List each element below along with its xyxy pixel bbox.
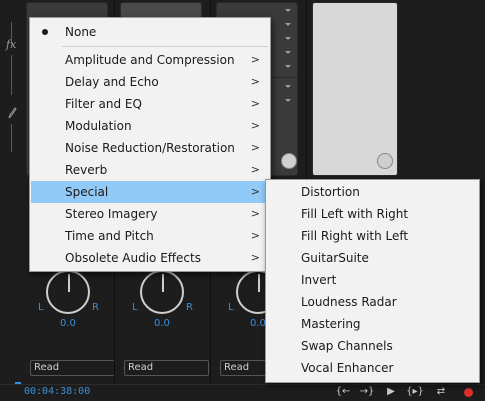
submenu-chevron-icon: > [250,207,260,220]
submenu-item-vocal-enhancer[interactable]: Vocal Enhancer [267,357,478,379]
menu-item-label: Distortion [301,185,360,199]
menu-item-label: Vocal Enhancer [301,361,394,375]
submenu-item-invert[interactable]: Invert [267,269,478,291]
menu-item-label: Modulation [65,119,132,133]
submenu-item-loudness-radar[interactable]: Loudness Radar [267,291,478,313]
menu-item-amplitude-and-compression[interactable]: Amplitude and Compression > [31,49,269,71]
slot-dropdown-icon[interactable] [285,9,291,12]
menu-item-label: Fill Left with Right [301,207,409,221]
menu-item-stereo-imagery[interactable]: Stereo Imagery > [31,203,269,225]
submenu-chevron-icon: > [250,75,260,88]
menu-item-noise-reduction-restoration[interactable]: Noise Reduction/Restoration > [31,137,269,159]
menu-item-label: Filter and EQ [65,97,142,111]
pan-value[interactable]: 0.0 [60,318,76,329]
submenu-item-fill-right-with-left[interactable]: Fill Right with Left [267,225,478,247]
effect-slot[interactable] [121,3,201,18]
submenu-chevron-icon: > [250,251,260,264]
submenu-chevron-icon: > [250,97,260,110]
pan-left-label: L [132,302,138,313]
menu-item-label: Loudness Radar [301,295,397,309]
submenu-chevron-icon: > [250,141,260,154]
selected-bullet-icon [42,29,48,35]
submenu-item-distortion[interactable]: Distortion [267,181,478,203]
sends-bracket [11,124,12,152]
submenu-item-mastering[interactable]: Mastering [267,313,478,335]
menu-item-obsolete-audio-effects[interactable]: Obsolete Audio Effects > [31,247,269,269]
menu-item-label: Amplitude and Compression [65,53,235,67]
menu-item-label: Noise Reduction/Restoration [65,141,235,155]
slot-dropdown-icon[interactable] [285,65,291,68]
mixer-left-strip: fx [0,0,22,400]
menu-item-label: Time and Pitch [65,229,154,243]
pan-knob[interactable] [140,270,184,314]
submenu-item-fill-left-with-right[interactable]: Fill Left with Right [267,203,478,225]
menu-item-label: Special [65,185,109,199]
menu-item-none[interactable]: None [31,21,269,43]
transport-bar: 00:04:38:00 {← →} ▶ {▸} ⇄ [0,384,485,401]
menu-item-label: Fill Right with Left [301,229,409,243]
fx-label: fx [6,38,17,51]
special-submenu: Distortion Fill Left with Right Fill Rig… [265,179,480,383]
timecode-display[interactable]: 00:04:38:00 [24,386,90,397]
submenu-chevron-icon: > [250,53,260,66]
pan-left-label: L [228,302,234,313]
automation-mode-select[interactable]: Read [124,360,209,376]
pan-value[interactable]: 0.0 [250,318,266,329]
pan-left-label: L [38,302,44,313]
go-to-out-point-icon[interactable]: →} [358,385,376,399]
menu-item-label: GuitarSuite [301,251,369,265]
automation-mode-select[interactable]: Read [30,360,115,376]
slot-dropdown-icon[interactable] [285,99,291,102]
send-volume-knob-icon[interactable] [377,153,393,169]
submenu-chevron-icon: > [250,163,260,176]
pan-knob[interactable] [46,270,90,314]
menu-item-label: Invert [301,273,337,287]
menu-item-label: Stereo Imagery [65,207,158,221]
slot-dropdown-icon[interactable] [285,23,291,26]
effects-context-menu: None Amplitude and Compression > Delay a… [29,17,271,272]
pen-icon [8,107,17,119]
pan-right-label: R [92,302,99,313]
menu-item-label: Swap Channels [301,339,393,353]
menu-item-label: Obsolete Audio Effects [65,251,201,265]
record-icon[interactable] [464,388,473,397]
submenu-chevron-icon: > [250,119,260,132]
slot-dropdown-icon[interactable] [285,85,291,88]
menu-item-label: Mastering [301,317,361,331]
fx-bracket-lower [11,55,12,95]
send-volume-knob-icon[interactable] [281,153,297,169]
effect-slots[interactable] [312,2,398,176]
pan-value[interactable]: 0.0 [154,318,170,329]
loop-icon[interactable]: ⇄ [432,385,450,399]
slot-dropdown-icon[interactable] [285,51,291,54]
menu-item-label: Reverb [65,163,108,177]
submenu-chevron-icon: > [250,229,260,242]
slot-dropdown-icon[interactable] [285,37,291,40]
menu-item-reverb[interactable]: Reverb > [31,159,269,181]
menu-item-time-and-pitch[interactable]: Time and Pitch > [31,225,269,247]
menu-item-modulation[interactable]: Modulation > [31,115,269,137]
play-icon[interactable]: ▶ [382,385,400,399]
submenu-item-swap-channels[interactable]: Swap Channels [267,335,478,357]
submenu-chevron-icon: > [250,185,260,198]
go-to-in-point-icon[interactable]: {← [334,385,352,399]
menu-item-delay-and-echo[interactable]: Delay and Echo > [31,71,269,93]
play-in-to-out-icon[interactable]: {▸} [406,385,424,399]
menu-separator [62,46,268,47]
pan-right-label: R [186,302,193,313]
menu-item-label: Delay and Echo [65,75,159,89]
menu-item-filter-and-eq[interactable]: Filter and EQ > [31,93,269,115]
menu-item-special[interactable]: Special > [31,181,269,203]
menu-item-label: None [65,25,97,39]
submenu-item-guitarsuite[interactable]: GuitarSuite [267,247,478,269]
